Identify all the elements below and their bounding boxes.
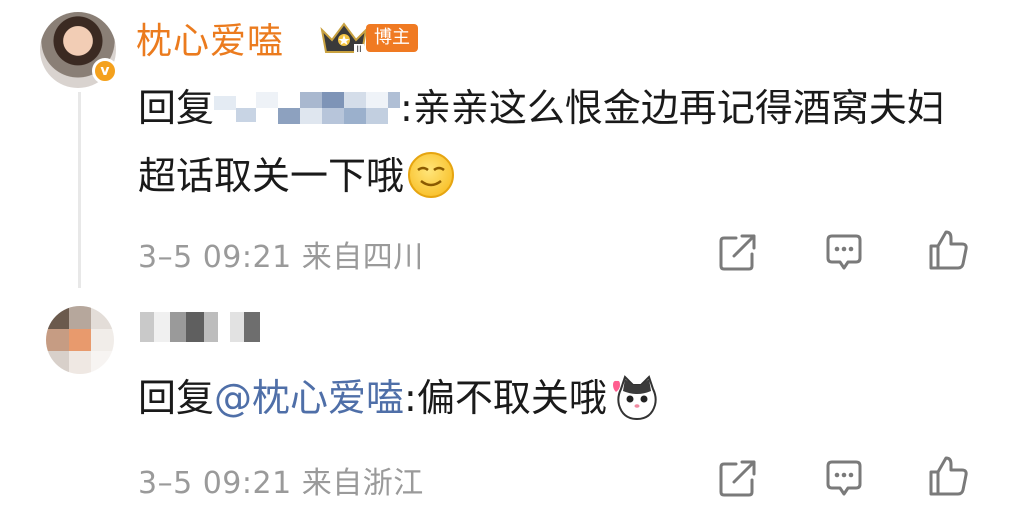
thumbs-up-icon (929, 456, 968, 496)
comment-icon (826, 234, 862, 270)
share-button[interactable] (716, 230, 760, 274)
comment-text: 回复 :亲亲这么恨金边再记得酒窝夫妇超话取关一下哦 (138, 74, 958, 210)
reply-prefix: 回复 (138, 86, 215, 130)
mention-link[interactable]: @枕心爱嗑 (214, 376, 404, 420)
cat-love-emoji-icon (611, 374, 661, 420)
thumbs-up-icon (929, 230, 968, 270)
comment-meta: 3–5 09:21 来自浙江 (138, 466, 424, 501)
svg-text:II: II (356, 45, 361, 55)
reply-prefix: 回复 (138, 376, 215, 420)
crown-icon: II (320, 22, 368, 55)
like-button[interactable] (926, 454, 970, 498)
comment-text: 回复@枕心爱嗑:偏不取关哦 (138, 364, 958, 432)
reply-button[interactable] (822, 230, 866, 274)
username[interactable]: 枕心爱嗑 (136, 12, 284, 64)
reply-button[interactable] (822, 456, 866, 500)
blogger-badge: II 博主 (318, 18, 428, 56)
share-button[interactable] (716, 456, 760, 500)
verified-badge: v (92, 58, 118, 84)
thread-line (78, 92, 81, 288)
like-button[interactable] (926, 228, 970, 272)
blogger-tag: 博主 (366, 24, 418, 52)
comment-meta: 3–5 09:21 来自四川 (138, 240, 424, 275)
smirk-emoji-icon (408, 151, 455, 198)
share-icon (719, 234, 756, 271)
masked-username (140, 312, 260, 342)
share-icon (719, 460, 756, 497)
comment-icon (826, 460, 862, 496)
comment-body: :偏不取关哦 (404, 376, 607, 420)
masked-username (214, 85, 401, 129)
avatar[interactable] (46, 306, 114, 374)
